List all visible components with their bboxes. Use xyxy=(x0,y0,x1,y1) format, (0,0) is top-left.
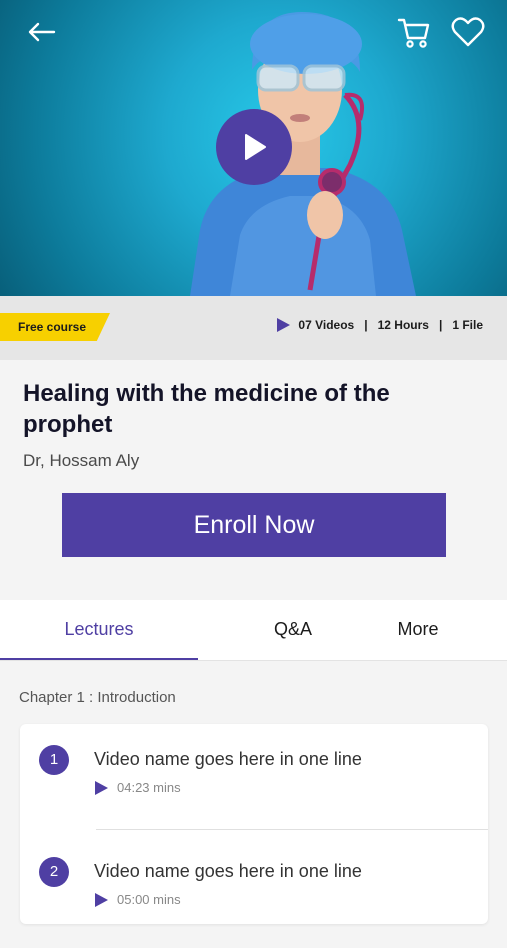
course-tabs: Lectures Q&A More xyxy=(0,600,507,661)
instructor-name: Dr, Hossam Aly xyxy=(23,451,140,470)
play-icon xyxy=(277,318,291,332)
stats-separator: | xyxy=(438,318,443,332)
tab-more[interactable]: More xyxy=(360,600,476,660)
stats-separator: | xyxy=(364,318,368,332)
course-stats: 07 Videos | 12 Hours | 1 File xyxy=(276,318,483,332)
back-icon[interactable] xyxy=(26,16,58,48)
lecture-duration: 04:23 mins xyxy=(117,780,181,795)
lecture-name[interactable]: Video name goes here in one line xyxy=(94,749,362,770)
videos-count: 07 Videos xyxy=(298,318,355,332)
course-header: Healing with the medicine of the prophet… xyxy=(0,360,507,598)
play-icon xyxy=(95,780,108,795)
lecture-list: 1 Video name goes here in one line 04:23… xyxy=(20,724,488,924)
play-icon xyxy=(245,134,266,160)
play-video-button[interactable] xyxy=(216,109,292,185)
course-title: Healing with the medicine of the prophet xyxy=(23,380,390,438)
chapter-title: Chapter 1 : Introduction xyxy=(19,689,176,706)
files-count: 1 File xyxy=(452,318,483,332)
free-course-badge: Free course xyxy=(0,313,110,341)
course-hero-banner xyxy=(0,0,507,296)
hours-count: 12 Hours xyxy=(377,318,429,332)
lecture-duration-row: 04:23 mins xyxy=(94,780,181,795)
list-item[interactable]: 1 Video name goes here in one line 04:23… xyxy=(20,724,488,836)
lecture-name[interactable]: Video name goes here in one line xyxy=(94,861,362,882)
doctor-photo xyxy=(190,12,416,296)
lecture-number-badge: 1 xyxy=(39,745,69,775)
lecture-number-badge: 2 xyxy=(39,857,69,887)
list-item[interactable]: 2 Video name goes here in one line 05:00… xyxy=(20,836,488,948)
enroll-now-button[interactable]: Enroll Now xyxy=(62,493,446,557)
heart-icon[interactable] xyxy=(450,14,486,50)
tab-lectures[interactable]: Lectures xyxy=(0,600,198,660)
cart-icon[interactable] xyxy=(396,14,432,50)
divider xyxy=(96,829,488,830)
course-info-strip: Free course 07 Videos | 12 Hours | 1 Fil… xyxy=(0,296,507,360)
